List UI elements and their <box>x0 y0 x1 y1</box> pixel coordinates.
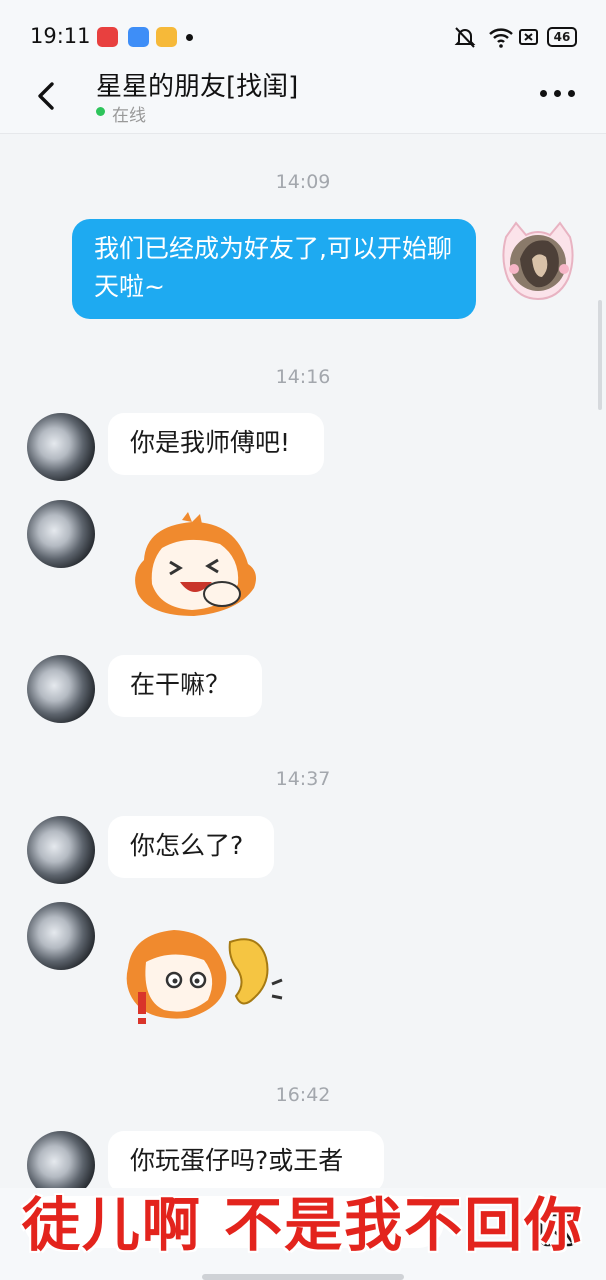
back-button[interactable] <box>28 76 64 116</box>
more-dots-icon <box>540 90 547 97</box>
video-subtitle: 徒儿啊 不是我不回你 <box>21 1191 585 1259</box>
screen-record-icon <box>97 27 118 47</box>
message-timestamp: 14:37 <box>275 768 331 790</box>
incoming-message[interactable]: 在干嘛？ <box>108 655 262 717</box>
contact-avatar[interactable] <box>27 413 95 481</box>
battery-icon: 46 <box>547 27 577 47</box>
chat-scrollbar[interactable] <box>598 300 602 410</box>
more-button[interactable] <box>538 80 578 110</box>
listening-ear-cartoon-sticker[interactable] <box>118 918 286 1030</box>
chat-title[interactable]: 星星的朋友[找闺] <box>96 66 298 103</box>
notification-dot <box>186 34 193 41</box>
online-status-text: 在线 <box>112 106 146 126</box>
contact-avatar[interactable] <box>27 816 95 884</box>
wifi-icon <box>489 28 513 48</box>
status-time: 19:11 <box>30 24 91 48</box>
contact-avatar[interactable] <box>27 500 95 568</box>
incoming-message[interactable]: 你怎么了? <box>108 816 274 878</box>
app-blue-icon <box>128 27 149 47</box>
home-indicator[interactable] <box>202 1274 404 1280</box>
message-timestamp: 16:42 <box>275 1084 331 1106</box>
outgoing-message[interactable]: 我们已经成为好友了,可以开始聊天啦~ <box>72 219 476 319</box>
battery-saver-icon <box>519 29 538 45</box>
my-avatar[interactable] <box>498 219 578 301</box>
contact-avatar[interactable] <box>27 902 95 970</box>
message-timestamp: 14:16 <box>275 366 331 388</box>
notes-icon <box>156 27 177 47</box>
contact-avatar[interactable] <box>27 655 95 723</box>
chevron-left-icon <box>38 82 54 110</box>
online-status-dot <box>96 107 105 116</box>
mute-bell-icon <box>454 27 476 48</box>
laughing-cartoon-sticker[interactable] <box>122 512 266 624</box>
message-timestamp: 14:09 <box>275 171 331 193</box>
chat-header: 星星的朋友[找闺] 在线 <box>0 52 606 134</box>
incoming-message[interactable]: 你是我师傅吧! <box>108 413 324 475</box>
